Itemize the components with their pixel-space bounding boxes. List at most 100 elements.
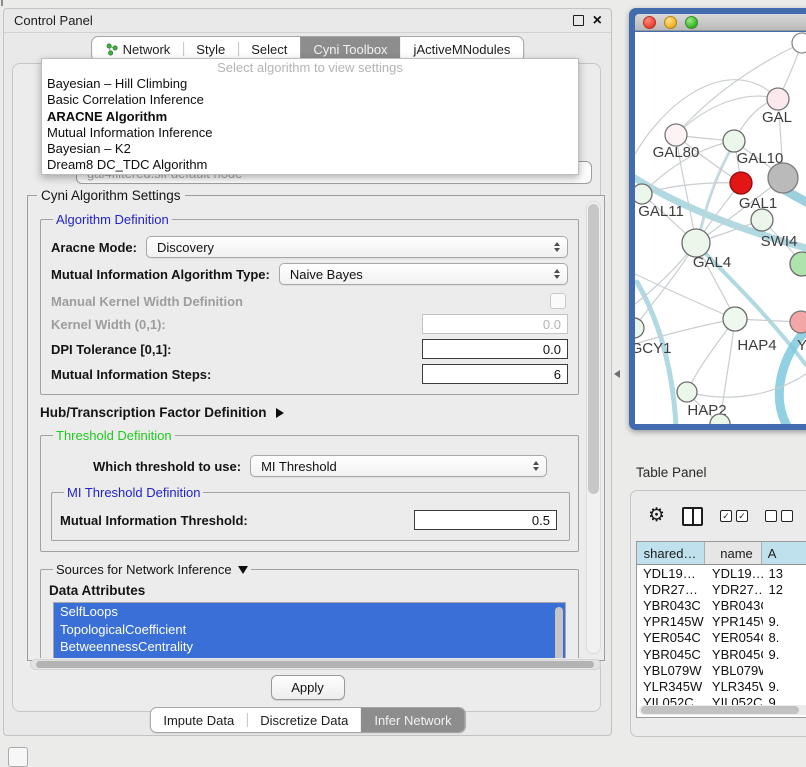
table-horizontal-scrollbar[interactable]: [639, 705, 806, 715]
table-header-row: shared…nameA: [637, 542, 806, 565]
network-node[interactable]: [677, 382, 697, 402]
network-node[interactable]: [768, 163, 798, 193]
network-view-window[interactable]: GALGAL80GAL10GAL1GAL11SWI4GAL4HAP4YGCY1H…: [629, 8, 806, 430]
tab-discretize-data[interactable]: Discretize Data: [247, 708, 361, 732]
float-panel-icon[interactable]: [573, 15, 584, 26]
table-panel-window: ⚙ ✓✓ shared…nameA YDL19…YDL19…13YDR27…YD…: [630, 490, 806, 737]
data-attributes-list[interactable]: SelfLoopsTopologicalCoefficientBetweenne…: [53, 602, 566, 658]
settings-horizontal-scrollbar[interactable]: [30, 659, 601, 670]
network-node[interactable]: [730, 172, 752, 194]
table-cell: YBL079W: [637, 662, 706, 678]
manual-kernel-checkbox[interactable]: [550, 293, 566, 309]
mi-threshold-field[interactable]: [414, 510, 557, 530]
select-all-columns-icon[interactable]: ✓✓: [720, 510, 748, 522]
table-row[interactable]: YLR345WYLR345W9.: [637, 678, 806, 694]
table-cell: 8.: [763, 630, 806, 646]
which-threshold-combobox[interactable]: MI Threshold: [250, 455, 547, 477]
table-cell: YBR043C: [637, 597, 706, 613]
network-canvas[interactable]: GALGAL80GAL10GAL1GAL11SWI4GAL4HAP4YGCY1H…: [635, 32, 806, 424]
stepper-icon: [533, 461, 539, 471]
table-row[interactable]: YER054CYER054C8.: [637, 630, 806, 646]
mi-threshold-label: Mutual Information Threshold:: [60, 513, 248, 528]
node-label: GCY1: [635, 340, 671, 357]
close-icon[interactable]: ×: [593, 14, 602, 28]
network-node[interactable]: [751, 209, 773, 231]
node-label: Y: [797, 337, 806, 354]
table-row[interactable]: YBR043CYBR043C: [637, 597, 806, 613]
table-cell: YDR27…: [637, 581, 706, 597]
list-scrollbar[interactable]: [555, 607, 563, 658]
tab-impute-data[interactable]: Impute Data: [150, 708, 247, 732]
which-threshold-label: Which threshold to use:: [93, 459, 241, 474]
network-node[interactable]: [723, 307, 747, 331]
network-node[interactable]: [682, 229, 710, 257]
network-node[interactable]: [790, 252, 806, 276]
sources-group: Sources for Network Inference Data Attri…: [40, 562, 579, 658]
gear-icon[interactable]: ⚙: [648, 505, 665, 527]
table-column-header[interactable]: name: [705, 542, 761, 564]
algorithm-option[interactable]: Mutual Information Inference: [42, 125, 578, 141]
network-node[interactable]: [665, 124, 687, 146]
bottom-tabbar: Impute Data Discretize Data Infer Networ…: [149, 707, 465, 733]
splitter-collapse-arrow[interactable]: [614, 370, 620, 378]
data-attributes-label: Data Attributes: [49, 583, 570, 598]
network-node[interactable]: [635, 318, 644, 338]
hub-definition-toggle[interactable]: Hub/Transcription Factor Definition: [40, 405, 579, 420]
network-node[interactable]: [635, 184, 652, 204]
data-attribute-item[interactable]: SelfLoops: [54, 603, 565, 621]
table-cell: 12: [763, 581, 806, 597]
apply-button[interactable]: Apply: [271, 675, 345, 700]
table-column-header[interactable]: shared…: [637, 542, 705, 564]
settings-vertical-scrollbar[interactable]: [586, 201, 601, 654]
algorithm-definition-group: Algorithm Definition Aracne Mode: Discov…: [40, 212, 579, 395]
dpi-tolerance-field[interactable]: [422, 339, 568, 359]
table-row[interactable]: YBR045CYBR045C9.: [637, 646, 806, 662]
hub-definition-label: Hub/Transcription Factor Definition: [40, 405, 267, 420]
data-attribute-item[interactable]: BetweennessCentrality: [54, 638, 565, 656]
algorithm-option[interactable]: Dream8 DC_TDC Algorithm: [42, 157, 578, 173]
deselect-all-columns-icon[interactable]: [765, 510, 793, 522]
table-cell: 9.: [763, 646, 806, 662]
sources-legend-row[interactable]: Sources for Network Inference: [53, 562, 251, 577]
table-cell: YLR345W: [706, 678, 763, 694]
table-panel-title: Table Panel: [636, 465, 707, 480]
mi-threshold-definition-legend: MI Threshold Definition: [64, 485, 203, 500]
aracne-mode-combobox[interactable]: Discovery: [146, 236, 568, 258]
sources-legend: Sources for Network Inference: [56, 562, 232, 577]
table-row[interactable]: YDR27…YDR27…12: [637, 581, 806, 597]
network-svg: GALGAL80GAL10GAL1GAL11SWI4GAL4HAP4YGCY1H…: [635, 32, 806, 424]
collapsed-arrow-icon: [276, 408, 284, 418]
algorithm-option[interactable]: ARACNE Algorithm: [42, 109, 578, 125]
network-node[interactable]: [723, 130, 745, 152]
column-layout-icon[interactable]: [682, 507, 703, 526]
table-row[interactable]: YPR145WYPR145W9.: [637, 614, 806, 630]
table-row[interactable]: YDL19…YDL19…13: [637, 565, 806, 581]
node-table[interactable]: shared…nameA YDL19…YDL19…13YDR27…YDR27…1…: [636, 541, 806, 718]
network-node[interactable]: [767, 88, 789, 110]
table-row[interactable]: YBL079WYBL079W: [637, 662, 806, 678]
aracne-mode-label: Aracne Mode:: [51, 240, 137, 255]
algorithm-option[interactable]: Bayesian – Hill Climbing: [42, 76, 578, 92]
network-window-titlebar: [635, 14, 806, 31]
mi-algorithm-type-combobox[interactable]: Naive Bayes: [279, 263, 568, 285]
algorithm-option[interactable]: Bayesian – K2: [42, 141, 578, 157]
close-traffic-light[interactable]: [643, 16, 656, 29]
network-node[interactable]: [792, 33, 806, 53]
table-cell: YBR043C: [706, 597, 763, 613]
minimized-panel-button[interactable]: [8, 747, 28, 767]
data-attribute-item[interactable]: gal4RGexp: [54, 656, 565, 658]
zoom-traffic-light[interactable]: [685, 16, 698, 29]
threshold-definition-legend: Threshold Definition: [53, 428, 175, 443]
table-column-header[interactable]: A: [762, 542, 806, 564]
tab-infer-network[interactable]: Infer Network: [361, 708, 464, 732]
network-icon: [105, 43, 118, 56]
algorithm-option[interactable]: Basic Correlation Inference: [42, 92, 578, 108]
minimize-traffic-light[interactable]: [664, 16, 677, 29]
manual-kernel-label: Manual Kernel Width Definition: [51, 294, 243, 309]
table-cell: YBR045C: [706, 646, 763, 662]
threshold-definition-group: Threshold Definition Which threshold to …: [40, 428, 579, 552]
network-node[interactable]: [790, 311, 806, 333]
data-attribute-item[interactable]: TopologicalCoefficient: [54, 621, 565, 639]
kernel-width-field[interactable]: [422, 314, 568, 334]
mi-steps-field[interactable]: [422, 364, 568, 384]
